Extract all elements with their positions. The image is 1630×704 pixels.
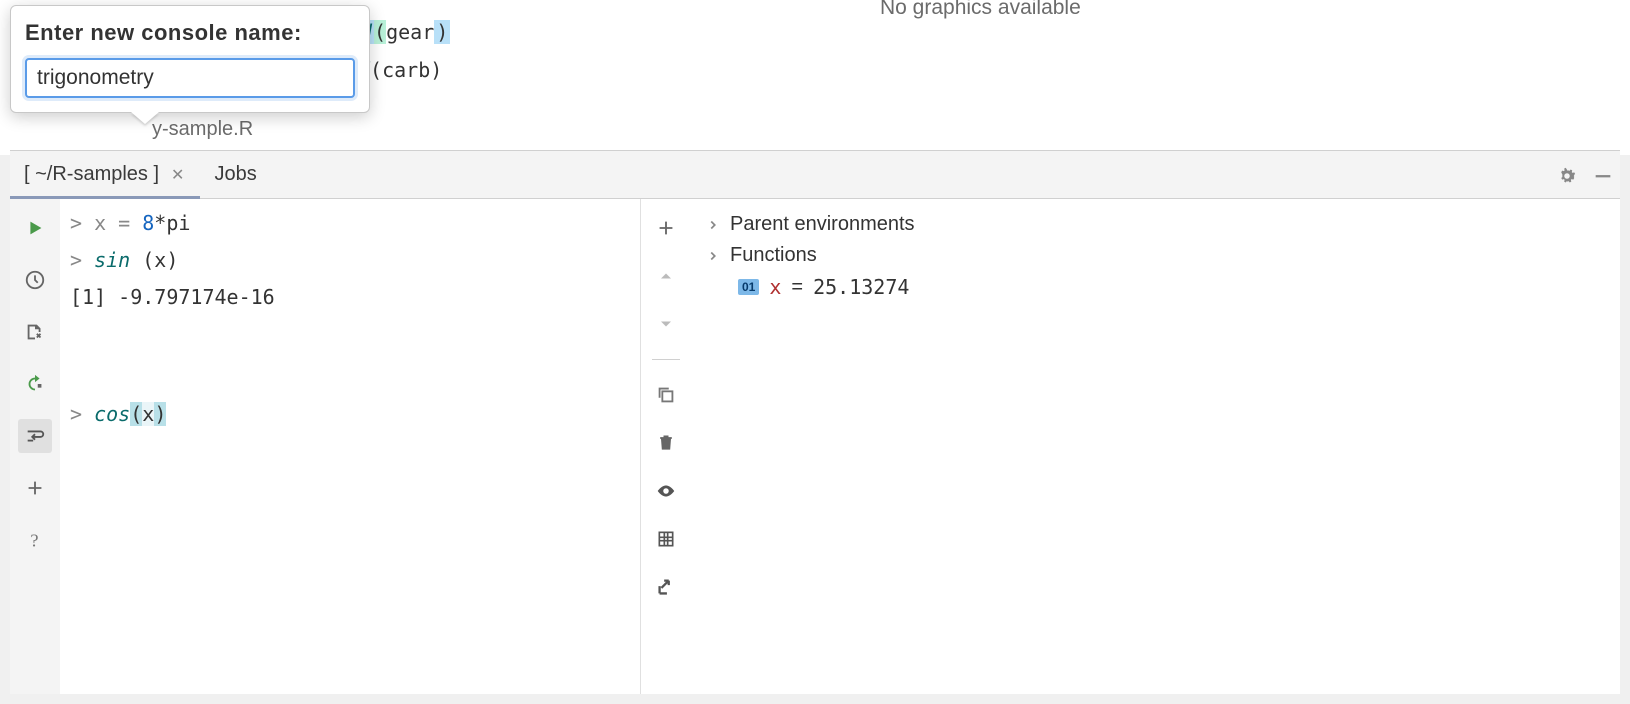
partial-code-line-2: d(carb) bbox=[358, 58, 442, 82]
minimize-icon[interactable] bbox=[1592, 165, 1612, 185]
export-icon[interactable] bbox=[18, 315, 52, 349]
console-tab-label: [ ~/R-samples ] bbox=[24, 163, 159, 186]
gear-icon[interactable] bbox=[1556, 165, 1576, 185]
close-console-tab-icon[interactable]: ✕ bbox=[169, 163, 186, 187]
svg-text:?: ? bbox=[30, 530, 38, 550]
import-icon[interactable] bbox=[649, 570, 683, 604]
rename-console-popup: Enter new console name: bbox=[10, 5, 370, 113]
console-left-toolbar: ? bbox=[10, 199, 60, 694]
history-icon[interactable] bbox=[18, 263, 52, 297]
env-parent-environments-item[interactable]: Parent environments bbox=[706, 209, 1604, 240]
console-line-2: > sin (x) bbox=[70, 242, 630, 279]
environment-panel: Parent environments Functions 01 x = 25.… bbox=[690, 199, 1620, 694]
partial-code-line-1: d(gear) bbox=[358, 20, 450, 44]
variable-badge: 01 bbox=[738, 279, 759, 295]
jobs-tab-label: Jobs bbox=[214, 163, 256, 186]
console-current-input[interactable]: > cos(x) bbox=[70, 396, 630, 433]
soft-wrap-icon[interactable] bbox=[18, 419, 52, 453]
scroll-down-icon[interactable] bbox=[649, 307, 683, 341]
scroll-up-icon[interactable] bbox=[649, 259, 683, 293]
console-tab[interactable]: [ ~/R-samples ] ✕ bbox=[10, 151, 200, 198]
env-variable-row[interactable]: 01 x = 25.13274 bbox=[706, 271, 1604, 303]
restart-icon[interactable] bbox=[18, 367, 52, 401]
rename-console-input[interactable] bbox=[25, 58, 355, 98]
console-pane: [ ~/R-samples ] ✕ Jobs bbox=[10, 150, 1620, 694]
eye-icon[interactable] bbox=[649, 474, 683, 508]
editor-tab-label[interactable]: y-sample.R bbox=[152, 118, 253, 141]
console-line-1: > x = 8*pi bbox=[70, 205, 630, 242]
toolbar-divider bbox=[652, 359, 680, 360]
chevron-right-icon bbox=[706, 218, 720, 232]
env-item-label: Functions bbox=[730, 244, 817, 267]
env-toolbar bbox=[640, 199, 690, 694]
add-env-icon[interactable] bbox=[649, 211, 683, 245]
graphics-placeholder-text: No graphics available bbox=[880, 0, 1081, 20]
help-icon[interactable]: ? bbox=[18, 523, 52, 557]
add-icon[interactable] bbox=[18, 471, 52, 505]
table-icon[interactable] bbox=[649, 522, 683, 556]
console-output-line: [1] -9.797174e-16 bbox=[70, 279, 630, 316]
console-output-area[interactable]: > x = 8*pi > sin (x) [1] -9.797174e-16 >… bbox=[60, 199, 640, 694]
tool-tabs: [ ~/R-samples ] ✕ Jobs bbox=[10, 151, 1620, 199]
jobs-tab[interactable]: Jobs bbox=[200, 151, 270, 198]
variable-value: 25.13274 bbox=[813, 275, 909, 299]
env-functions-item[interactable]: Functions bbox=[706, 240, 1604, 271]
chevron-right-icon bbox=[706, 249, 720, 263]
trash-icon[interactable] bbox=[649, 426, 683, 460]
console-content-wrap: ? > x = 8*pi > sin (x) [1] -9.797174e-16… bbox=[10, 199, 1620, 694]
copy-icon[interactable] bbox=[649, 378, 683, 412]
variable-name: x bbox=[769, 275, 781, 299]
env-item-label: Parent environments bbox=[730, 213, 915, 236]
run-icon[interactable] bbox=[18, 211, 52, 245]
rename-prompt-label: Enter new console name: bbox=[25, 20, 355, 46]
